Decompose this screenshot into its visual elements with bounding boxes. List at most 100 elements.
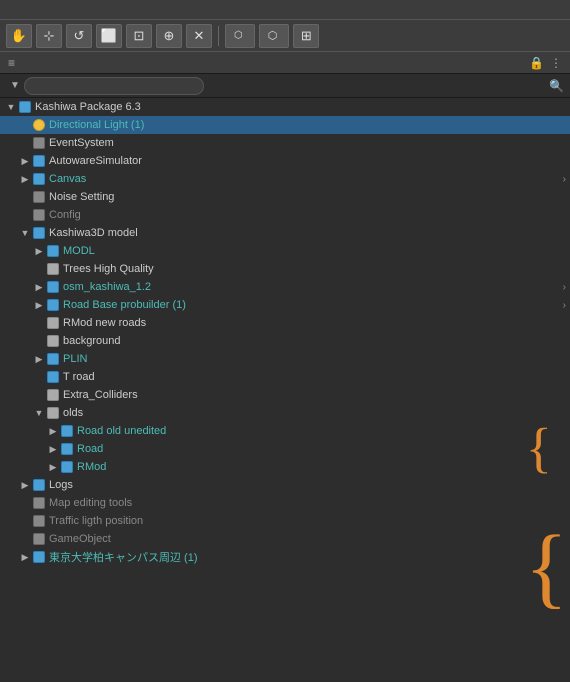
dropdown-icon[interactable]: ▼: [10, 80, 20, 91]
tree-item-modl[interactable]: MODL: [0, 242, 570, 260]
tree-item-noise-setting[interactable]: Noise Setting: [0, 188, 570, 206]
tree-label-canvas: Canvas: [49, 173, 86, 185]
more-options-icon[interactable]: ⋮: [550, 56, 562, 70]
tree-icon-game-object: [32, 532, 46, 546]
search-icon: 🔍: [549, 79, 564, 93]
tree-label-t-road: T road: [63, 371, 95, 383]
tree-icon-road-old-unedited: [60, 424, 74, 438]
tree-item-osm-kashiwa[interactable]: osm_kashiwa_1.2›: [0, 278, 570, 296]
tree-icon-kashiwa3d-model: [32, 226, 46, 240]
tree-item-olds[interactable]: olds: [0, 404, 570, 422]
scale-tool-button[interactable]: ⬜: [96, 24, 122, 48]
local-button[interactable]: ⬡: [259, 24, 290, 48]
custom-tool-button[interactable]: ✕: [186, 24, 212, 48]
tree-item-directional-light[interactable]: Directional Light (1): [0, 116, 570, 134]
tree-arrow-road[interactable]: [46, 442, 60, 456]
tree-label-event-system: EventSystem: [49, 137, 114, 149]
tree-item-kashiwa3d-model[interactable]: Kashiwa3D model: [0, 224, 570, 242]
tree-label-background: background: [63, 335, 121, 347]
tree-item-event-system[interactable]: EventSystem: [0, 134, 570, 152]
right-arrow-canvas: ›: [563, 174, 566, 185]
tree-label-kashiwa-package: Kashiwa Package 6.3: [35, 101, 141, 113]
tree-icon-rmod-new-roads: [46, 316, 60, 330]
tree-item-canvas[interactable]: Canvas ›: [0, 170, 570, 188]
tree-label-plin: PLIN: [63, 353, 87, 365]
tree-icon-traffic-light-position: [32, 514, 46, 528]
pivot-icon: ⬡: [234, 30, 243, 41]
tree-item-background[interactable]: background: [0, 332, 570, 350]
tree-arrow-kashiwa3d-model[interactable]: [18, 226, 32, 240]
tree-item-autoware-simulator[interactable]: AutowareSimulator: [0, 152, 570, 170]
tree-arrow-olds[interactable]: [32, 406, 46, 420]
tree-label-road-old-unedited: Road old unedited: [77, 425, 166, 437]
tree-label-tokyo-campus: 東京大学柏キャンパス周辺 (1): [49, 549, 198, 565]
tree-icon-t-road: [46, 370, 60, 384]
tree-label-road: Road: [77, 443, 103, 455]
tree-arrow-autoware-simulator[interactable]: [18, 154, 32, 168]
tree-item-logs[interactable]: Logs: [0, 476, 570, 494]
tree-label-olds: olds: [63, 407, 83, 419]
pivot-button[interactable]: ⬡: [225, 24, 255, 48]
tree-item-road-old-unedited[interactable]: Road old unedited: [0, 422, 570, 440]
tree-arrow-logs[interactable]: [18, 478, 32, 492]
tree-arrow-plin[interactable]: [32, 352, 46, 366]
tree-icon-plin: [46, 352, 60, 366]
search-input[interactable]: [24, 77, 204, 95]
tree-icon-trees-high-quality: [46, 262, 60, 276]
tree-item-plin[interactable]: PLIN: [0, 350, 570, 368]
tree-item-road-base[interactable]: Road Base probuilder (1)›: [0, 296, 570, 314]
lock-icon[interactable]: 🔒: [529, 56, 544, 70]
tree-item-rmod-new-roads[interactable]: RMod new roads: [0, 314, 570, 332]
tree-item-kashiwa-package[interactable]: Kashiwa Package 6.3: [0, 98, 570, 116]
right-arrow-road-base: ›: [563, 300, 566, 311]
tree-arrow-osm-kashiwa[interactable]: [32, 280, 46, 294]
tree-item-game-object[interactable]: GameObject: [0, 530, 570, 548]
tree-arrow-road-old-unedited[interactable]: [46, 424, 60, 438]
tree-item-road[interactable]: Road: [0, 440, 570, 458]
tree-icon-logs: [32, 478, 46, 492]
move-tool-button[interactable]: ⊹: [36, 24, 62, 48]
tree-icon-olds: [46, 406, 60, 420]
tree-label-rmod-new-roads: RMod new roads: [63, 317, 146, 329]
tree-icon-directional-light: [32, 118, 46, 132]
tree-icon-tokyo-campus: [32, 550, 46, 564]
tree-label-config: Config: [49, 209, 81, 221]
tree-arrow-canvas[interactable]: [18, 172, 32, 186]
panel-header: ≡ 🔒 ⋮: [0, 52, 570, 74]
tree-item-t-road[interactable]: T road: [0, 368, 570, 386]
search-bar: ▼ 🔍: [0, 74, 570, 98]
tree-arrow-road-base[interactable]: [32, 298, 46, 312]
hierarchy-panel: ≡ 🔒 ⋮ ▼ 🔍 Kashiwa Package 6.3 Directional…: [0, 52, 570, 682]
hand-tool-button[interactable]: ✋: [6, 24, 32, 48]
tree-label-traffic-light-position: Traffic ligth position: [49, 515, 143, 527]
tree-item-map-editing-tools[interactable]: Map editing tools: [0, 494, 570, 512]
tree-item-tokyo-campus[interactable]: 東京大学柏キャンパス周辺 (1): [0, 548, 570, 566]
tree-root: Kashiwa Package 6.3 Directional Light (1)…: [0, 98, 570, 566]
tree-icon-canvas: [32, 172, 46, 186]
tree-label-modl: MODL: [63, 245, 95, 257]
tree-label-kashiwa3d-model: Kashiwa3D model: [49, 227, 138, 239]
toolbar-separator-1: [218, 26, 219, 46]
transform-tool-button[interactable]: ⊕: [156, 24, 182, 48]
tree-label-rmod: RMod: [77, 461, 106, 473]
tree-icon-modl: [46, 244, 60, 258]
tree-container[interactable]: Kashiwa Package 6.3 Directional Light (1)…: [0, 98, 570, 682]
tree-icon-osm-kashiwa: [46, 280, 60, 294]
tree-label-osm-kashiwa: osm_kashiwa_1.2: [63, 281, 151, 293]
tree-icon-kashiwa-package: [18, 100, 32, 114]
tree-arrow-rmod[interactable]: [46, 460, 60, 474]
tree-arrow-modl[interactable]: [32, 244, 46, 258]
tree-item-rmod[interactable]: RMod: [0, 458, 570, 476]
tree-icon-noise-setting: [32, 190, 46, 204]
rect-tool-button[interactable]: ⊡: [126, 24, 152, 48]
tree-label-map-editing-tools: Map editing tools: [49, 497, 132, 509]
tree-item-extra-colliders[interactable]: Extra_Colliders: [0, 386, 570, 404]
grid-button[interactable]: ⊞: [293, 24, 319, 48]
tree-arrow-kashiwa-package[interactable]: [4, 100, 18, 114]
rotate-tool-button[interactable]: ↺: [66, 24, 92, 48]
tree-item-config[interactable]: Config: [0, 206, 570, 224]
tree-item-trees-high-quality[interactable]: Trees High Quality: [0, 260, 570, 278]
tree-item-traffic-light-position[interactable]: Traffic ligth position: [0, 512, 570, 530]
tree-arrow-tokyo-campus[interactable]: [18, 550, 32, 564]
tree-label-trees-high-quality: Trees High Quality: [63, 263, 154, 275]
